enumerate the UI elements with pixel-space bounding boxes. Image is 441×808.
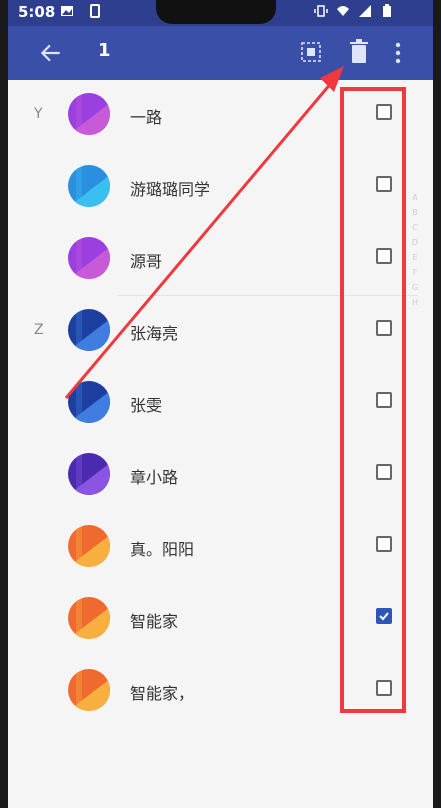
contact-row[interactable]: 张雯 xyxy=(8,368,433,440)
checkbox[interactable] xyxy=(376,176,392,192)
sim-notification-icon xyxy=(90,4,100,18)
contact-name: 一路 xyxy=(130,108,163,127)
contact-name: 源哥 xyxy=(130,252,163,271)
checkbox[interactable] xyxy=(376,320,392,336)
delete-trash-icon[interactable] xyxy=(348,39,370,65)
contact-row[interactable]: Y 一路 xyxy=(8,80,433,152)
camera-notch xyxy=(156,0,276,24)
contact-avatar xyxy=(68,165,110,207)
contact-row[interactable]: 真。阳阳 xyxy=(8,512,433,584)
contact-avatar xyxy=(68,525,110,567)
contact-avatar xyxy=(68,669,110,711)
contact-row[interactable]: 源哥 xyxy=(8,224,433,296)
contact-row[interactable]: 智能家 xyxy=(8,584,433,656)
contact-name: 真。阳阳 xyxy=(130,540,195,559)
checkbox[interactable] xyxy=(376,104,392,120)
contact-name: 张雯 xyxy=(130,396,163,415)
contact-name: 游璐璐同学 xyxy=(130,180,211,199)
checkbox[interactable] xyxy=(376,536,392,552)
contact-row[interactable]: 游璐璐同学 xyxy=(8,152,433,224)
contact-row[interactable]: 章小路 xyxy=(8,440,433,512)
contact-avatar xyxy=(68,381,110,423)
contact-row[interactable]: 智能家， xyxy=(8,656,433,728)
app-bar: 1 xyxy=(8,26,433,80)
status-bar: 5:08 xyxy=(8,0,433,26)
more-options-icon[interactable] xyxy=(393,40,403,66)
contact-avatar xyxy=(68,237,110,279)
section-divider xyxy=(118,295,418,296)
contact-avatar xyxy=(68,93,110,135)
checkbox-checked[interactable] xyxy=(376,608,392,624)
status-time: 5:08 xyxy=(18,3,56,21)
checkbox[interactable] xyxy=(376,464,392,480)
checkbox[interactable] xyxy=(376,680,392,696)
checkbox[interactable] xyxy=(376,392,392,408)
battery-icon xyxy=(383,4,391,17)
contact-avatar xyxy=(68,309,110,351)
selected-count: 1 xyxy=(98,40,111,61)
contact-name: 智能家， xyxy=(130,684,195,703)
contact-avatar xyxy=(68,597,110,639)
vibrate-icon xyxy=(314,5,328,17)
contact-row[interactable]: Z 张海亮 xyxy=(8,296,433,368)
section-letter: Y xyxy=(34,106,43,122)
check-icon xyxy=(379,612,389,621)
phone-screen: 5:08 1 Y 一路游璐璐同学源哥 Z 张海亮张雯章小路真。阳阳智能家智能家， AB… xyxy=(8,0,433,808)
section-letter: Z xyxy=(34,322,44,338)
contact-name: 章小路 xyxy=(130,468,179,487)
signal-icon xyxy=(359,5,371,17)
select-all-icon[interactable] xyxy=(300,41,322,63)
wifi-icon xyxy=(337,6,349,16)
contact-avatar xyxy=(68,453,110,495)
checkbox[interactable] xyxy=(376,248,392,264)
back-arrow-icon[interactable] xyxy=(38,40,64,66)
contact-name: 智能家 xyxy=(130,612,179,631)
contact-list: Y 一路游璐璐同学源哥 Z 张海亮张雯章小路真。阳阳智能家智能家， xyxy=(8,80,433,808)
alphabet-index-strip[interactable]: ABCDEFGH xyxy=(409,190,421,310)
image-notification-icon xyxy=(61,6,73,16)
contact-name: 张海亮 xyxy=(130,324,179,343)
